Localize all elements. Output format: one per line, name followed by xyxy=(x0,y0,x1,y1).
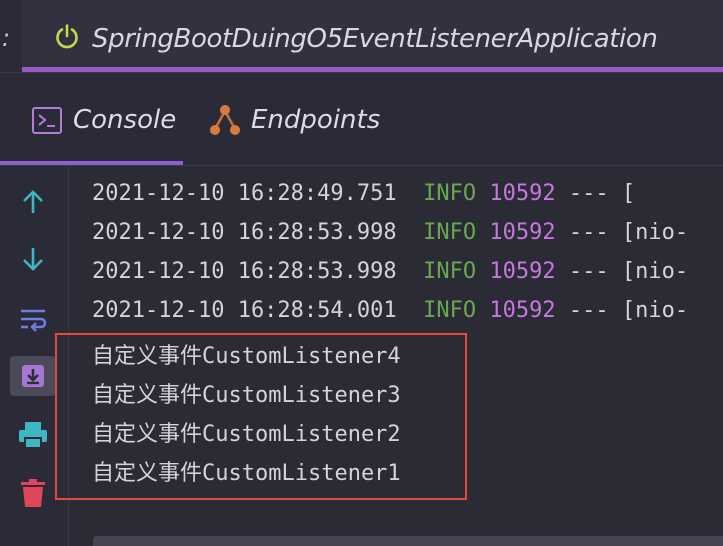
log-level: INFO xyxy=(423,220,477,245)
print-button[interactable] xyxy=(10,415,56,455)
red-highlight-annotation xyxy=(55,333,467,500)
log-timestamp: 2021-12-10 16:28:53.998 xyxy=(92,259,397,284)
scroll-to-end-button[interactable] xyxy=(10,356,56,396)
tool-window-tabs: Console Endpoints xyxy=(0,73,723,166)
log-level: INFO xyxy=(423,259,477,284)
tab-endpoints[interactable]: Endpoints xyxy=(200,73,400,165)
tab-endpoints-label: Endpoints xyxy=(251,105,381,135)
clear-all-button[interactable] xyxy=(10,473,56,513)
log-pid: 10592 xyxy=(489,181,556,206)
soft-wrap-icon xyxy=(21,309,47,332)
run-tab-application[interactable]: SpringBootDuingO5EventListenerApplicatio… xyxy=(22,0,723,72)
scroll-to-end-icon xyxy=(22,365,44,387)
log-rest: --- [nio- xyxy=(555,259,689,284)
run-tab-title: SpringBootDuingO5EventListenerApplicatio… xyxy=(92,24,658,54)
soft-wrap-button[interactable] xyxy=(10,299,56,339)
scroll-up-button[interactable] xyxy=(10,182,56,222)
log-line: 2021-12-10 16:28:49.751 INFO 10592 --- [ xyxy=(92,181,635,206)
tab-console[interactable]: Console xyxy=(0,73,183,165)
log-level: INFO xyxy=(423,298,477,323)
log-pid: 10592 xyxy=(489,220,556,245)
log-timestamp: 2021-12-10 16:28:54.001 xyxy=(92,298,397,323)
log-rest: --- [ xyxy=(555,181,636,206)
print-icon xyxy=(19,422,47,449)
log-line: 2021-12-10 16:28:53.998 INFO 10592 --- [… xyxy=(92,259,688,284)
log-line: 2021-12-10 16:28:54.001 INFO 10592 --- [… xyxy=(92,298,688,323)
horizontal-scrollbar[interactable] xyxy=(93,536,723,546)
run-console-window: : SpringBootDuingO5EventListenerApplicat… xyxy=(0,0,723,546)
log-level: INFO xyxy=(423,181,477,206)
run-tab-active-indicator xyxy=(22,67,723,72)
log-timestamp: 2021-12-10 16:28:49.751 xyxy=(92,181,397,206)
console-icon xyxy=(32,107,62,134)
power-icon xyxy=(56,24,78,49)
tab-console-label: Console xyxy=(73,105,177,135)
scroll-down-button[interactable] xyxy=(10,239,56,279)
scroll-up-arrow-icon xyxy=(23,190,43,213)
clear-all-trash-icon xyxy=(21,479,45,507)
tab-console-active-indicator xyxy=(0,161,183,165)
endpoints-icon xyxy=(210,105,240,135)
run-configuration-bar: : SpringBootDuingO5EventListenerApplicat… xyxy=(0,0,723,73)
log-pid: 10592 xyxy=(489,298,556,323)
log-rest: --- [nio- xyxy=(555,220,689,245)
log-pid: 10592 xyxy=(489,259,556,284)
scroll-down-arrow-icon xyxy=(23,248,43,271)
log-line: 2021-12-10 16:28:53.998 INFO 10592 --- [… xyxy=(92,220,688,245)
log-timestamp: 2021-12-10 16:28:53.998 xyxy=(92,220,397,245)
run-bar-prefix: : xyxy=(2,24,11,52)
log-rest: --- [nio- xyxy=(555,298,689,323)
